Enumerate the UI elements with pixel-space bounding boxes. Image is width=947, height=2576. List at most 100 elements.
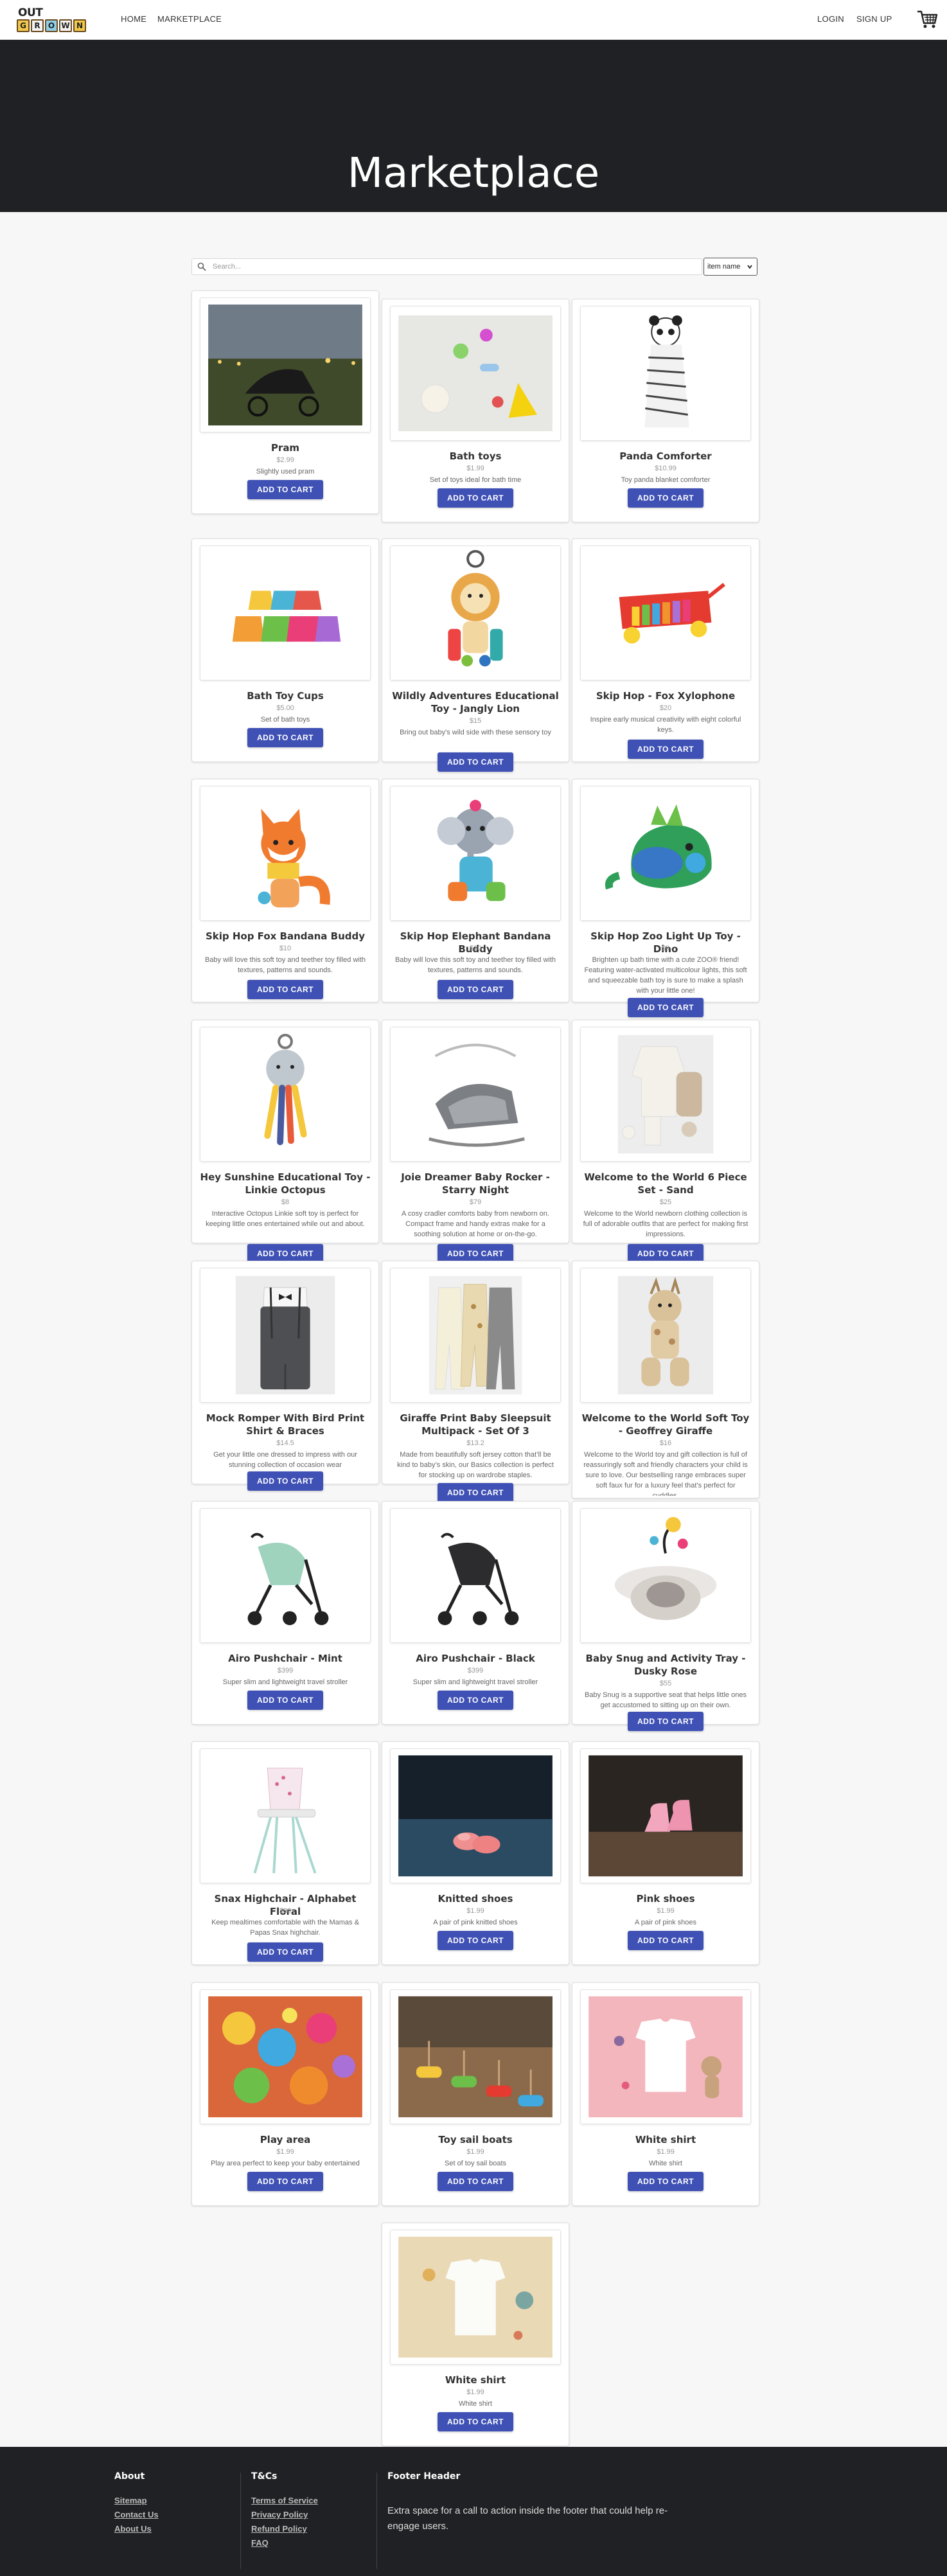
product-card: White shirt $1.99 White shirt ADD TO CAR…	[382, 2223, 569, 2446]
product-price: $8	[281, 1198, 290, 1206]
product-image	[580, 1268, 751, 1403]
nav-home-link[interactable]: HOME	[121, 14, 146, 24]
product-card: Pram $2.99 Slightly used pram ADD TO CAR…	[191, 290, 379, 514]
product-description: Baby Snug is a supportive seat that help…	[585, 1691, 747, 1709]
signup-link[interactable]: SIGN UP	[856, 14, 892, 24]
footer-link-faq[interactable]: FAQ	[251, 2538, 269, 2548]
product-card: White shirt $1.99 White shirt ADD TO CAR…	[572, 1982, 759, 2206]
add-to-cart-button[interactable]: ADD TO CART	[247, 1471, 323, 1491]
footer-link-terms[interactable]: Terms of Service	[251, 2496, 318, 2505]
product-description: Slightly used pram	[256, 468, 315, 475]
product-image	[390, 1268, 561, 1403]
product-description: A pair of pink shoes	[634, 1919, 696, 1926]
add-to-cart-button[interactable]: ADD TO CART	[247, 2172, 323, 2191]
product-image	[390, 546, 561, 680]
logo-block: N	[73, 19, 86, 32]
product-card: Skip Hop Elephant Bandana Buddy $10 Baby…	[382, 779, 569, 1002]
product-image	[580, 306, 751, 441]
product-image	[200, 546, 371, 680]
product-title: Mock Romper With Bird Print Shirt & Brac…	[206, 1412, 365, 1437]
login-link[interactable]: LOGIN	[817, 14, 844, 24]
footer-link-privacy[interactable]: Privacy Policy	[251, 2510, 308, 2519]
add-to-cart-button[interactable]: ADD TO CART	[628, 998, 704, 1017]
footer-link-sitemap[interactable]: Sitemap	[114, 2496, 147, 2505]
product-description: White shirt	[649, 2160, 682, 2167]
product-card: Pink shoes $1.99 A pair of pink shoes AD…	[572, 1741, 759, 1965]
add-to-cart-button[interactable]: ADD TO CART	[628, 2172, 704, 2191]
add-to-cart-button[interactable]: ADD TO CART	[438, 752, 513, 772]
product-title: Wildly Adventures Educational Toy - Jang…	[392, 690, 559, 715]
footer-divider	[240, 2473, 241, 2569]
hero-banner: Marketplace	[0, 40, 947, 212]
footer: About Sitemap Contact Us About Us T&Cs T…	[0, 2447, 947, 2576]
product-title: Joie Dreamer Baby Rocker - Starry Night	[401, 1171, 550, 1196]
product-description: Play area perfect to keep your baby ente…	[211, 2160, 360, 2167]
product-price: $10	[279, 945, 292, 952]
product-card: Airo Pushchair - Mint $399 Super slim an…	[191, 1501, 379, 1725]
add-to-cart-button[interactable]: ADD TO CART	[247, 1942, 323, 1962]
footer-link-contact[interactable]: Contact Us	[114, 2510, 159, 2519]
add-to-cart-button[interactable]: ADD TO CART	[628, 488, 704, 508]
add-to-cart-button[interactable]: ADD TO CART	[438, 2412, 513, 2431]
product-title: Giraffe Print Baby Sleepsuit Multipack -…	[400, 1412, 551, 1437]
footer-link-about[interactable]: About Us	[114, 2524, 152, 2534]
logo-block: O	[45, 19, 58, 32]
product-price: $1.99	[276, 2148, 294, 2156]
top-nav: OUT G R O W N HOME MARKETPLACE LOGIN SIG…	[0, 0, 947, 40]
product-price: $20	[659, 704, 672, 712]
product-card: Knitted shoes $1.99 A pair of pink knitt…	[382, 1741, 569, 1965]
product-card: Skip Hop Zoo Light Up Toy - Dino $9 Brig…	[572, 779, 759, 1017]
product-image	[390, 306, 561, 441]
add-to-cart-button[interactable]: ADD TO CART	[247, 980, 323, 999]
add-to-cart-button[interactable]: ADD TO CART	[247, 728, 323, 747]
add-to-cart-button[interactable]: ADD TO CART	[438, 980, 513, 999]
product-title: Welcome to the World Soft Toy - Geoffrey…	[581, 1412, 750, 1437]
product-title: Bath Toy Cups	[247, 690, 324, 702]
add-to-cart-button[interactable]: ADD TO CART	[628, 740, 704, 759]
product-title: Airo Pushchair - Black	[416, 1653, 535, 1664]
product-title: Bath toys	[449, 450, 502, 462]
product-title: Pram	[270, 442, 300, 454]
product-image	[390, 786, 561, 921]
product-description: Welcome to the World toy and gift collec…	[583, 1451, 748, 1496]
add-to-cart-button[interactable]: ADD TO CART	[438, 1691, 513, 1710]
product-image	[390, 1027, 561, 1162]
add-to-cart-button[interactable]: ADD TO CART	[628, 1712, 704, 1731]
product-card: Skip Hop Fox Bandana Buddy $10 Baby will…	[191, 779, 379, 1002]
product-description: Interactive Octopus Linkie soft toy is p…	[206, 1210, 365, 1228]
logo-blocks: G R O W N	[17, 19, 86, 32]
footer-link-refund[interactable]: Refund Policy	[251, 2524, 307, 2534]
product-price: $25	[659, 1198, 672, 1206]
footer-header-heading: Footer Header	[387, 2471, 461, 2482]
product-price: $16	[659, 1439, 672, 1447]
logo[interactable]: OUT G R O W N	[15, 5, 105, 35]
add-to-cart-button[interactable]: ADD TO CART	[247, 1691, 323, 1710]
add-to-cart-button[interactable]: ADD TO CART	[438, 2172, 513, 2191]
product-price: $14.5	[276, 1439, 294, 1447]
product-price: $15	[469, 717, 482, 725]
product-description: Made from beautifully soft jersey cotton…	[397, 1451, 554, 1479]
shopping-cart-icon[interactable]	[916, 8, 939, 31]
product-card: Airo Pushchair - Black $399 Super slim a…	[382, 1501, 569, 1725]
add-to-cart-button[interactable]: ADD TO CART	[438, 1483, 513, 1502]
search-input[interactable]	[213, 261, 688, 272]
sort-select[interactable]: item name	[704, 258, 757, 276]
product-description: Baby will love this soft toy and teether…	[204, 956, 366, 974]
product-title: Skip Hop - Fox Xylophone	[596, 690, 736, 702]
product-description: White shirt	[459, 2400, 492, 2408]
product-description: Set of toy sail boats	[445, 2160, 506, 2167]
page-title: Marketplace	[347, 150, 600, 197]
product-title: Knitted shoes	[438, 1893, 513, 1905]
nav-marketplace-link[interactable]: MARKETPLACE	[157, 14, 222, 24]
product-card: Joie Dreamer Baby Rocker - Starry Night …	[382, 1020, 569, 1263]
product-card: Welcome to the World Soft Toy - Geoffrey…	[572, 1261, 759, 1498]
add-to-cart-button[interactable]: ADD TO CART	[247, 480, 323, 499]
product-description: Set of bath toys	[260, 716, 310, 724]
add-to-cart-button[interactable]: ADD TO CART	[438, 488, 513, 508]
product-title: White shirt	[635, 2134, 696, 2145]
add-to-cart-button[interactable]: ADD TO CART	[438, 1931, 513, 1950]
product-image	[200, 1268, 371, 1403]
footer-divider	[376, 2473, 377, 2569]
add-to-cart-button[interactable]: ADD TO CART	[628, 1931, 704, 1950]
product-title: Skip Hop Fox Bandana Buddy	[205, 930, 366, 942]
